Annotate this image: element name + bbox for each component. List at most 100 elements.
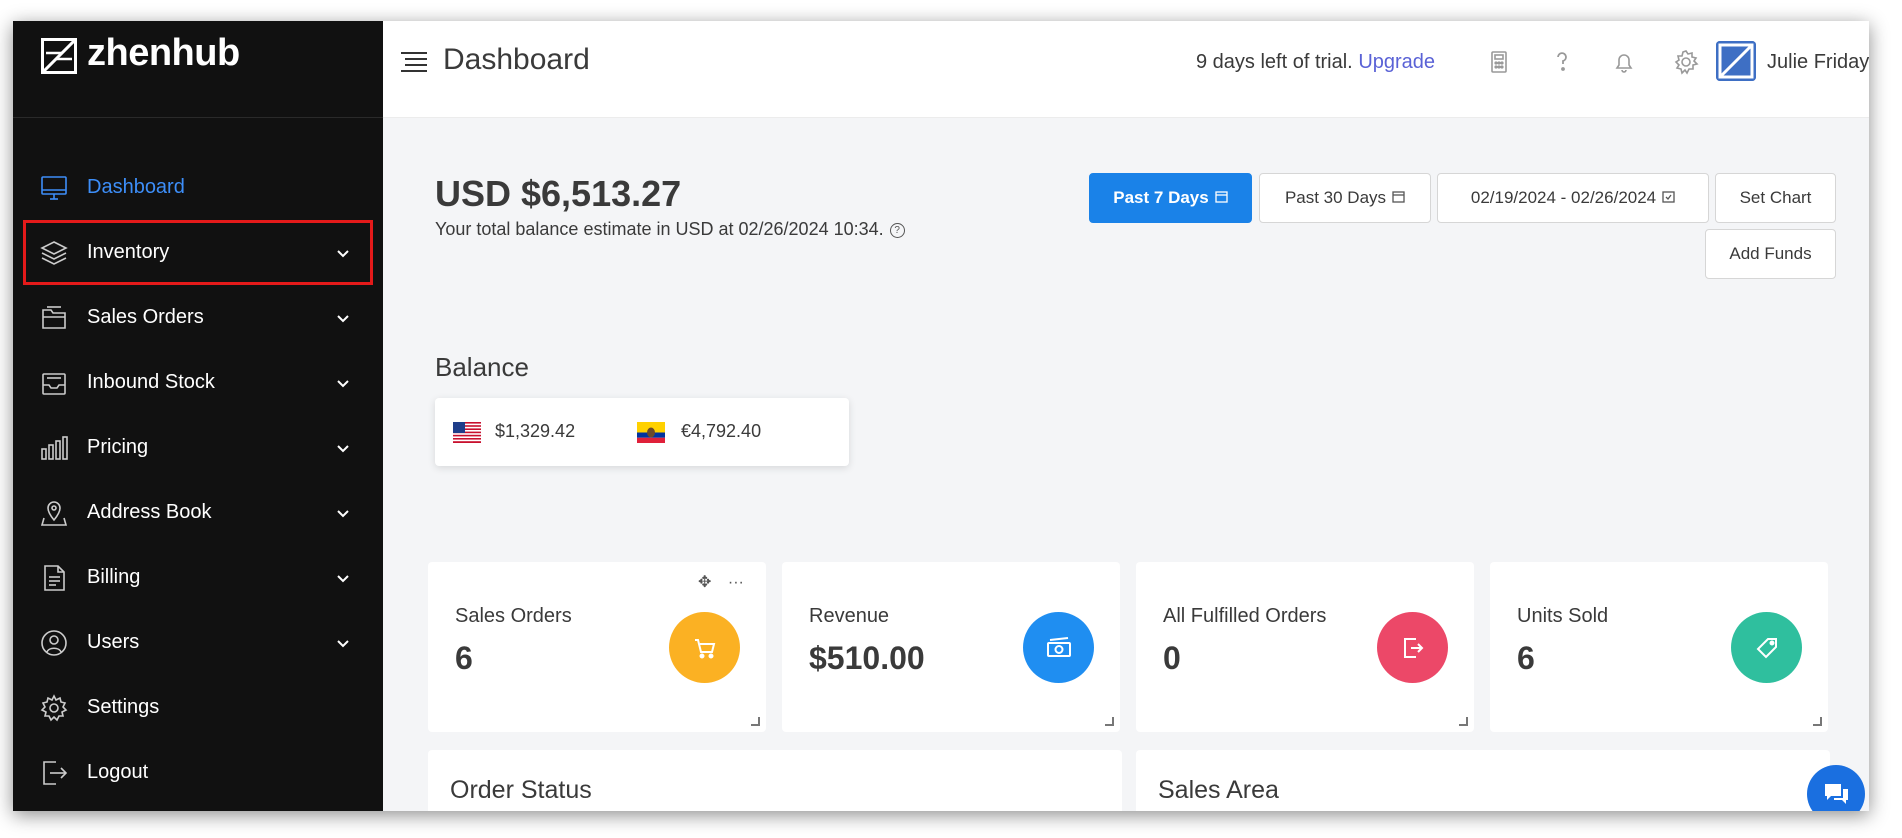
sidebar-item-label: Logout	[87, 761, 149, 783]
total-balance: USD $6,513.27	[435, 173, 682, 214]
inbox-icon	[39, 368, 69, 398]
sidebar-item-inbound-stock[interactable]: Inbound Stock	[13, 350, 383, 415]
sidebar-item-label: Dashboard	[87, 176, 185, 198]
calendar-icon	[1215, 190, 1228, 206]
past-30-days-button[interactable]: Past 30 Days	[1259, 173, 1431, 223]
document-icon	[39, 563, 69, 593]
sidebar-item-sales-orders[interactable]: Sales Orders	[13, 285, 383, 350]
stat-card-fulfilled-orders[interactable]: All Fulfilled Orders 0	[1136, 562, 1474, 732]
resize-handle-icon[interactable]	[1813, 717, 1822, 726]
logo-mark-icon	[41, 38, 77, 74]
page-title: Dashboard	[443, 43, 590, 76]
balance-card: $1,329.42 €4,792.40	[435, 398, 849, 466]
resize-handle-icon[interactable]	[751, 717, 760, 726]
sales-area-panel: Sales Area	[1136, 750, 1830, 811]
bar-chart-icon	[39, 433, 69, 463]
globe-user-icon	[39, 628, 69, 658]
sidebar-item-settings[interactable]: Settings	[13, 675, 383, 740]
stat-value: 6	[455, 640, 473, 676]
cart-icon	[669, 612, 740, 683]
calendar-check-icon	[1662, 190, 1675, 206]
trial-text: 9 days left of trial.	[1196, 51, 1353, 73]
stat-value: $510.00	[809, 640, 925, 676]
add-funds-button[interactable]: Add Funds	[1705, 229, 1836, 279]
sidebar-item-label: Address Book	[87, 501, 212, 523]
sidebar-item-label: Billing	[87, 566, 141, 588]
more-icon[interactable]: ···	[728, 574, 744, 591]
sidebar: zhenhub Dashboard Inventory Sales Orders…	[13, 21, 383, 811]
stat-label: Revenue	[809, 605, 890, 627]
past-30-days-label: Past 30 Days	[1284, 188, 1387, 207]
logo-area: zhenhub	[13, 21, 383, 118]
stat-card-units-sold[interactable]: Units Sold 6	[1490, 562, 1828, 732]
date-range-picker[interactable]: 02/19/2024 - 02/26/2024	[1437, 173, 1709, 223]
app-window: zhenhub Dashboard Inventory Sales Orders…	[13, 21, 1869, 811]
calculator-icon[interactable]	[1485, 48, 1513, 76]
main-content: USD $6,513.27 Your total balance estimat…	[383, 118, 1869, 811]
chevron-down-icon	[335, 570, 351, 586]
balance-subtitle-text: Your total balance estimate in USD at 02…	[435, 219, 884, 239]
stat-value: 6	[1517, 640, 1535, 676]
chevron-down-icon	[335, 375, 351, 391]
menu-toggle-icon[interactable]	[399, 49, 429, 75]
bell-icon[interactable]	[1610, 48, 1638, 76]
stat-value: 0	[1163, 640, 1181, 676]
us-flag-icon	[453, 422, 481, 443]
chevron-down-icon	[335, 505, 351, 521]
resize-handle-icon[interactable]	[1459, 717, 1468, 726]
add-funds-label: Add Funds	[1729, 244, 1812, 263]
sidebar-item-pricing[interactable]: Pricing	[13, 415, 383, 480]
move-icon[interactable]: ✥	[698, 574, 711, 591]
avatar[interactable]	[1716, 41, 1756, 81]
chevron-down-icon	[335, 440, 351, 456]
usd-balance: $1,329.42	[495, 421, 576, 441]
sidebar-item-label: Settings	[87, 696, 160, 718]
brand-name: zhenhub	[87, 32, 240, 74]
sidebar-item-billing[interactable]: Billing	[13, 545, 383, 610]
gear-icon	[39, 693, 69, 723]
topbar: Dashboard 9 days left of trial. Upgrade	[383, 21, 1869, 118]
order-status-panel: Order Status	[428, 750, 1122, 811]
sidebar-nav: Dashboard Inventory Sales Orders Inbound…	[13, 155, 383, 805]
set-chart-button[interactable]: Set Chart	[1715, 173, 1836, 223]
chevron-down-icon	[335, 310, 351, 326]
calendar-icon	[1392, 190, 1405, 206]
stat-card-revenue[interactable]: Revenue $510.00	[782, 562, 1120, 732]
exit-icon	[1377, 612, 1448, 683]
logout-icon	[39, 758, 69, 788]
map-pin-icon	[39, 498, 69, 528]
panel-title: Order Status	[450, 776, 592, 804]
sidebar-item-dashboard[interactable]: Dashboard	[13, 155, 383, 220]
tag-icon	[1731, 612, 1802, 683]
trial-notice: 9 days left of trial. Upgrade	[1196, 51, 1435, 74]
sidebar-item-label: Pricing	[87, 436, 149, 458]
stat-label: All Fulfilled Orders	[1163, 605, 1327, 627]
past-7-days-button[interactable]: Past 7 Days	[1089, 173, 1252, 223]
stat-label: Units Sold	[1517, 605, 1609, 627]
help-circle-icon[interactable]: ?	[889, 223, 905, 238]
stat-label: Sales Orders	[455, 605, 572, 627]
set-chart-label: Set Chart	[1739, 188, 1812, 207]
monitor-icon	[39, 173, 69, 203]
stat-card-sales-orders[interactable]: ✥ ··· Sales Orders 6	[428, 562, 766, 732]
resize-handle-icon[interactable]	[1105, 717, 1114, 726]
sidebar-item-logout[interactable]: Logout	[13, 740, 383, 805]
ecuador-flag-icon	[637, 422, 665, 443]
layers-icon	[39, 238, 69, 268]
help-icon[interactable]	[1548, 48, 1576, 76]
folder-icon	[39, 303, 69, 333]
past-7-days-label: Past 7 Days	[1113, 188, 1209, 207]
sidebar-item-label: Inventory	[87, 241, 170, 263]
chevron-down-icon	[335, 245, 351, 261]
gear-icon[interactable]	[1672, 48, 1700, 76]
user-name[interactable]: Julie Friday	[1767, 51, 1869, 74]
eur-balance: €4,792.40	[681, 421, 762, 441]
panel-title: Sales Area	[1158, 776, 1279, 804]
sidebar-item-address-book[interactable]: Address Book	[13, 480, 383, 545]
sidebar-item-users[interactable]: Users	[13, 610, 383, 675]
upgrade-link[interactable]: Upgrade	[1358, 51, 1435, 73]
sidebar-item-inventory[interactable]: Inventory	[23, 220, 373, 285]
sidebar-item-label: Sales Orders	[87, 306, 204, 328]
sidebar-item-label: Users	[87, 631, 140, 653]
chevron-down-icon	[335, 635, 351, 651]
